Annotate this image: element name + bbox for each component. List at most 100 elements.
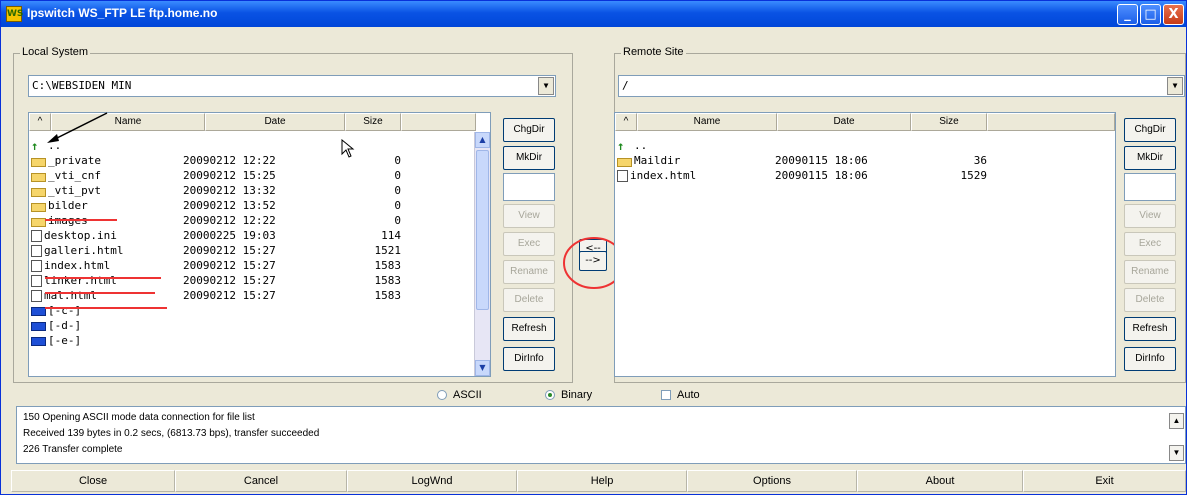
local-col-size[interactable]: Size <box>345 113 401 131</box>
scroll-thumb[interactable] <box>476 150 489 310</box>
annotation-arrow <box>47 112 108 143</box>
checkbox-box[interactable] <box>661 390 671 401</box>
chevron-down-icon[interactable]: ▼ <box>538 77 554 95</box>
remote-rename-button[interactable]: Rename <box>1124 260 1176 284</box>
remote-col-blank <box>987 113 1115 131</box>
local-system-label: Local System <box>20 46 91 58</box>
log-line: Received 139 bytes in 0.2 secs, (6813.73… <box>23 428 320 439</box>
ftp-window: WS Ipswitch WS_FTP LE ftp.home.no _ □ X … <box>0 0 1187 495</box>
remote-chgdir-button[interactable]: ChgDir <box>1124 118 1176 142</box>
drive-icon <box>31 321 46 331</box>
folder-icon <box>31 202 46 212</box>
local-command-field[interactable] <box>503 173 555 201</box>
exit-button[interactable]: Exit <box>1023 470 1186 492</box>
remote-view-button[interactable]: View <box>1124 204 1176 228</box>
log-line: 226 Transfer complete <box>23 444 123 455</box>
close-window-button[interactable]: X <box>1163 4 1184 25</box>
log-window[interactable]: 150 Opening ASCII mode data connection f… <box>16 406 1186 464</box>
list-item[interactable]: index.html 20090115 18:06 1529 <box>617 168 1097 183</box>
list-item[interactable]: _vti_pvt 20090212 13:32 0 <box>31 183 471 198</box>
remote-delete-button[interactable]: Delete <box>1124 288 1176 312</box>
auto-checkbox[interactable]: Auto <box>661 389 700 401</box>
local-col-blank <box>401 113 476 131</box>
annotation-underline <box>45 292 155 294</box>
local-dirinfo-button[interactable]: DirInfo <box>503 347 555 371</box>
file-icon <box>31 245 42 257</box>
about-button[interactable]: About <box>857 470 1023 492</box>
file-icon <box>31 230 42 242</box>
list-item[interactable]: index.html 20090212 15:27 1583 <box>31 258 471 273</box>
log-scroll-down-icon[interactable]: ▼ <box>1169 445 1184 461</box>
remote-col-name[interactable]: Name <box>637 113 777 131</box>
cancel-button[interactable]: Cancel <box>175 470 347 492</box>
list-item[interactable]: bilder 20090212 13:52 0 <box>31 198 471 213</box>
radio-dot[interactable] <box>437 390 447 401</box>
local-exec-button[interactable]: Exec <box>503 232 555 256</box>
remote-command-field[interactable] <box>1124 173 1176 201</box>
remote-refresh-button[interactable]: Refresh <box>1124 317 1176 341</box>
remote-dirinfo-button[interactable]: DirInfo <box>1124 347 1176 371</box>
remote-mkdir-button[interactable]: MkDir <box>1124 146 1176 170</box>
remote-sort-header[interactable]: ^ <box>615 113 637 131</box>
up-arrow-icon: ↑ <box>617 139 625 153</box>
local-delete-button[interactable]: Delete <box>503 288 555 312</box>
log-scroll-up-icon[interactable]: ▲ <box>1169 413 1184 429</box>
window-title: Ipswitch WS_FTP LE ftp.home.no <box>27 6 218 20</box>
list-item[interactable]: mal.html 20090212 15:27 1583 <box>31 288 471 303</box>
local-col-date[interactable]: Date <box>205 113 345 131</box>
list-item[interactable]: [-d-] <box>31 318 81 333</box>
app-icon: WS <box>6 6 23 22</box>
remote-col-date[interactable]: Date <box>777 113 911 131</box>
remote-exec-button[interactable]: Exec <box>1124 232 1176 256</box>
folder-icon <box>31 157 46 167</box>
local-view-button[interactable]: View <box>503 204 555 228</box>
file-icon <box>31 260 42 272</box>
title-bar[interactable]: WS Ipswitch WS_FTP LE ftp.home.no _ □ X <box>1 1 1186 27</box>
options-button[interactable]: Options <box>687 470 857 492</box>
chevron-down-icon[interactable]: ▼ <box>1167 77 1183 95</box>
mouse-cursor-icon <box>341 139 355 158</box>
annotation-underline <box>45 219 117 221</box>
scroll-up-icon[interactable]: ▲ <box>475 132 490 148</box>
radio-dot[interactable] <box>545 390 555 401</box>
local-file-list[interactable]: ^ Name Date Size ↑.. _private 20090212 12… <box>28 112 491 377</box>
bottom-button-bar: Close Cancel LogWnd Help Options About E… <box>1 470 1186 494</box>
remote-col-size[interactable]: Size <box>911 113 987 131</box>
scroll-down-icon[interactable]: ▼ <box>475 360 490 376</box>
log-line: 150 Opening ASCII mode data connection f… <box>23 412 255 423</box>
folder-icon <box>617 157 632 167</box>
list-item[interactable]: desktop.ini 20000225 19:03 114 <box>31 228 471 243</box>
remote-file-list[interactable]: ^ Name Date Size ↑.. Maildir 20090115 18:… <box>614 112 1116 377</box>
help-button[interactable]: Help <box>517 470 687 492</box>
list-item[interactable]: galleri.html 20090212 15:27 1521 <box>31 243 471 258</box>
folder-icon <box>31 172 46 182</box>
minimize-button[interactable]: _ <box>1117 4 1138 25</box>
drive-icon <box>31 336 46 346</box>
local-mkdir-button[interactable]: MkDir <box>503 146 555 170</box>
file-icon <box>617 170 628 182</box>
list-item[interactable]: linker.html 20090212 15:27 1583 <box>31 273 471 288</box>
remote-path-combo[interactable]: / ▼ <box>618 75 1185 97</box>
annotation-underline <box>45 307 167 309</box>
list-item[interactable]: ↑.. <box>617 138 647 153</box>
list-item[interactable]: Maildir 20090115 18:06 36 <box>617 153 1097 168</box>
logwnd-button[interactable]: LogWnd <box>347 470 517 492</box>
local-scrollbar[interactable]: ▲ ▼ <box>474 132 490 376</box>
folder-icon <box>31 217 46 227</box>
list-item[interactable]: [-c-] <box>31 303 81 318</box>
list-item[interactable]: _vti_cnf 20090212 15:25 0 <box>31 168 471 183</box>
annotation-underline <box>45 277 161 279</box>
remote-site-label: Remote Site <box>621 46 686 58</box>
ascii-radio[interactable]: ASCII <box>437 389 482 401</box>
local-refresh-button[interactable]: Refresh <box>503 317 555 341</box>
folder-icon <box>31 187 46 197</box>
list-item[interactable]: _private 20090212 12:22 0 <box>31 153 471 168</box>
local-chgdir-button[interactable]: ChgDir <box>503 118 555 142</box>
binary-radio[interactable]: Binary <box>545 389 592 401</box>
local-path-combo[interactable]: C:\WEBSIDEN MIN ▼ <box>28 75 556 97</box>
local-path-value: C:\WEBSIDEN MIN <box>32 79 132 92</box>
local-rename-button[interactable]: Rename <box>503 260 555 284</box>
list-item[interactable]: [-e-] <box>31 333 81 348</box>
close-button[interactable]: Close <box>11 470 175 492</box>
maximize-button[interactable]: □ <box>1140 4 1161 25</box>
